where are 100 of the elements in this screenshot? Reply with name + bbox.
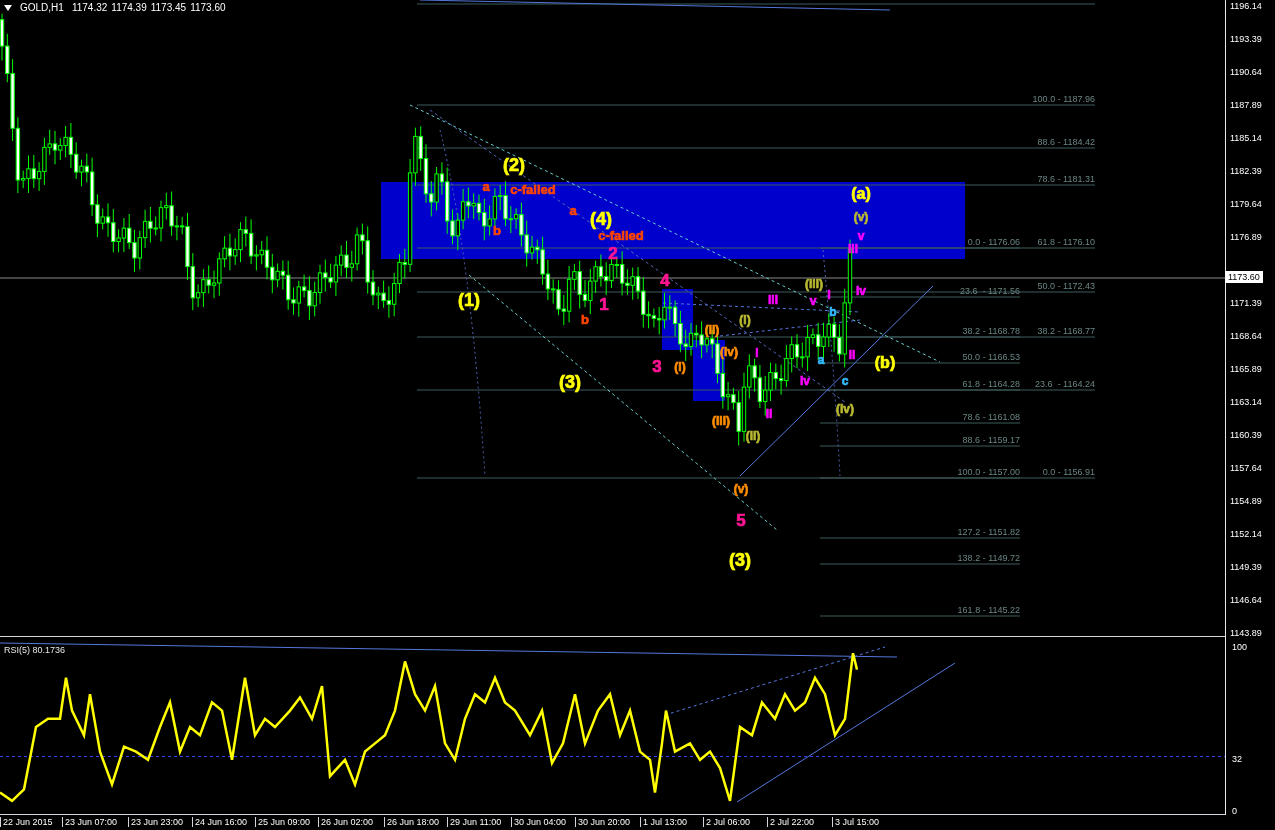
fib-level-label: 23.6 - 1164.24 — [1035, 379, 1095, 389]
wave-label: a — [482, 178, 490, 194]
price-label: 1165.89 — [1230, 364, 1262, 374]
wave-label: a — [569, 202, 577, 218]
wave-label: 3 — [652, 356, 662, 376]
fib-level-label: 88.6 - 1184.42 — [1037, 137, 1095, 147]
wave-label: ii — [848, 348, 856, 362]
fib-level-label: 50.0 - 1166.53 — [962, 352, 1020, 362]
fib-level-label: 0.0 - 1176.06 — [967, 237, 1020, 247]
wave-label: 1 — [599, 294, 609, 314]
time-label: 3 Jul 15:00 — [832, 817, 880, 827]
fib-level-label: 78.6 - 1181.31 — [1037, 174, 1095, 184]
wave-label: (3) — [729, 550, 751, 570]
price-label: 1182.39 — [1230, 166, 1262, 176]
price-label: 1196.14 — [1230, 1, 1262, 11]
wave-label: c-failed — [510, 181, 556, 197]
wave-label: iii — [768, 293, 778, 307]
rsi-axis-label: 0 — [1232, 806, 1237, 816]
price-label: 1163.14 — [1230, 397, 1262, 407]
time-label: 26 Jun 02:00 — [318, 817, 374, 827]
fib-level-label: 38.2 - 1168.77 — [1037, 326, 1095, 336]
wave-label: i — [827, 286, 831, 302]
time-label: 23 Jun 23:00 — [128, 817, 184, 827]
wave-label: v — [857, 229, 865, 243]
time-label: 26 Jun 18:00 — [384, 817, 440, 827]
fib-level-label: 0.0 - 1156.91 — [1042, 467, 1095, 477]
wave-label: (a) — [851, 184, 871, 202]
wave-label: 4 — [660, 270, 670, 290]
fib-level-label: 100.0 - 1157.00 — [957, 467, 1020, 477]
wave-label: c — [841, 374, 849, 388]
wave-label: (4) — [590, 209, 612, 229]
wave-label: v — [809, 294, 817, 308]
time-label: 2 Jul 06:00 — [703, 817, 751, 827]
wave-label: i — [755, 346, 759, 360]
time-label: 29 Jun 11:00 — [447, 817, 502, 827]
price-label: 1149.39 — [1230, 562, 1262, 572]
wave-label: (iv) — [836, 402, 854, 416]
price-label: 1190.64 — [1230, 67, 1262, 77]
wave-label: iii — [848, 242, 858, 256]
wave-label: (ii) — [745, 429, 761, 443]
fib-level-label: 38.2 - 1168.78 — [962, 326, 1020, 336]
wave-label: b — [493, 222, 501, 238]
fib-level-label: 88.6 - 1159.17 — [962, 435, 1020, 445]
time-label: 2 Jul 22:00 — [767, 817, 815, 827]
price-label: 1185.14 — [1230, 133, 1262, 143]
wave-label: (v) — [733, 482, 749, 496]
price-label: 1171.39 — [1230, 298, 1262, 308]
wave-label: (3) — [559, 372, 581, 392]
ohlc-value: 1173.60 — [190, 1, 226, 15]
price-label: 1193.39 — [1230, 34, 1262, 44]
ohlc-value: 1173.45 — [150, 1, 187, 15]
price-label: 1143.89 — [1230, 628, 1262, 638]
wave-label: (v) — [853, 210, 869, 224]
price-label: 1157.64 — [1230, 463, 1262, 473]
time-label: 23 Jun 07:00 — [62, 817, 118, 827]
wave-label: 2 — [608, 243, 618, 263]
rsi-axis-label: 100 — [1232, 642, 1248, 652]
time-label: 1 Jul 13:00 — [640, 817, 688, 827]
wave-label: (iii) — [712, 414, 730, 428]
wave-label: (iii) — [805, 277, 823, 291]
time-label: 30 Jun 20:00 — [575, 817, 631, 827]
price-label: 1146.64 — [1230, 595, 1262, 605]
wave-label: 5 — [736, 510, 746, 530]
wave-label: a — [817, 353, 825, 367]
fib-level-label: 61.8 - 1176.10 — [1037, 237, 1095, 247]
fib-level-label: 127.2 - 1151.82 — [957, 527, 1020, 537]
time-label: 30 Jun 04:00 — [511, 817, 567, 827]
price-label: 1187.89 — [1230, 100, 1262, 110]
price-label: 1160.39 — [1230, 430, 1262, 440]
wave-label: (i) — [674, 360, 686, 374]
wave-label: b — [829, 305, 837, 319]
ohlc-value: 1174.32 — [71, 1, 108, 15]
time-label: 25 Jun 09:00 — [255, 817, 311, 827]
wave-label: (2) — [503, 155, 525, 175]
ohlc-value: 1174.39 — [111, 1, 147, 15]
symbol-label: GOLD,H1 — [20, 1, 64, 15]
fib-level-label: 138.2 - 1149.72 — [957, 553, 1020, 563]
wave-label: iv — [800, 374, 810, 388]
fib-level-label: 100.0 - 1187.96 — [1032, 94, 1095, 104]
time-label: 24 Jun 16:00 — [192, 817, 248, 827]
wave-label: b — [581, 311, 589, 327]
fib-level-label: 161.8 - 1145.22 — [957, 605, 1020, 615]
fib-level-label: 23.6 - 1171.56 — [960, 286, 1020, 296]
wave-label: (1) — [458, 290, 480, 310]
fib-level-label: 50.0 - 1172.43 — [1037, 281, 1095, 291]
time-label: 22 Jun 2015 — [0, 817, 53, 827]
price-label: 1179.64 — [1230, 199, 1262, 209]
current-price-tag: 1173.60 — [1225, 271, 1263, 283]
price-label: 1168.64 — [1230, 331, 1262, 341]
wave-label: iv — [856, 284, 866, 298]
price-label: 1176.89 — [1230, 232, 1262, 242]
price-label: 1154.89 — [1230, 496, 1262, 506]
wave-label: (b) — [874, 353, 896, 371]
price-label: 1152.14 — [1230, 529, 1262, 539]
rsi-axis-label: 32 — [1232, 754, 1242, 764]
wave-label: ii — [765, 407, 773, 421]
rsi-title: RSI(5) 80.1736 — [4, 645, 66, 655]
wave-label: (i) — [739, 313, 751, 327]
fib-level-label: 78.6 - 1161.08 — [962, 412, 1020, 422]
fib-level-label: 61.8 - 1164.28 — [962, 379, 1020, 389]
